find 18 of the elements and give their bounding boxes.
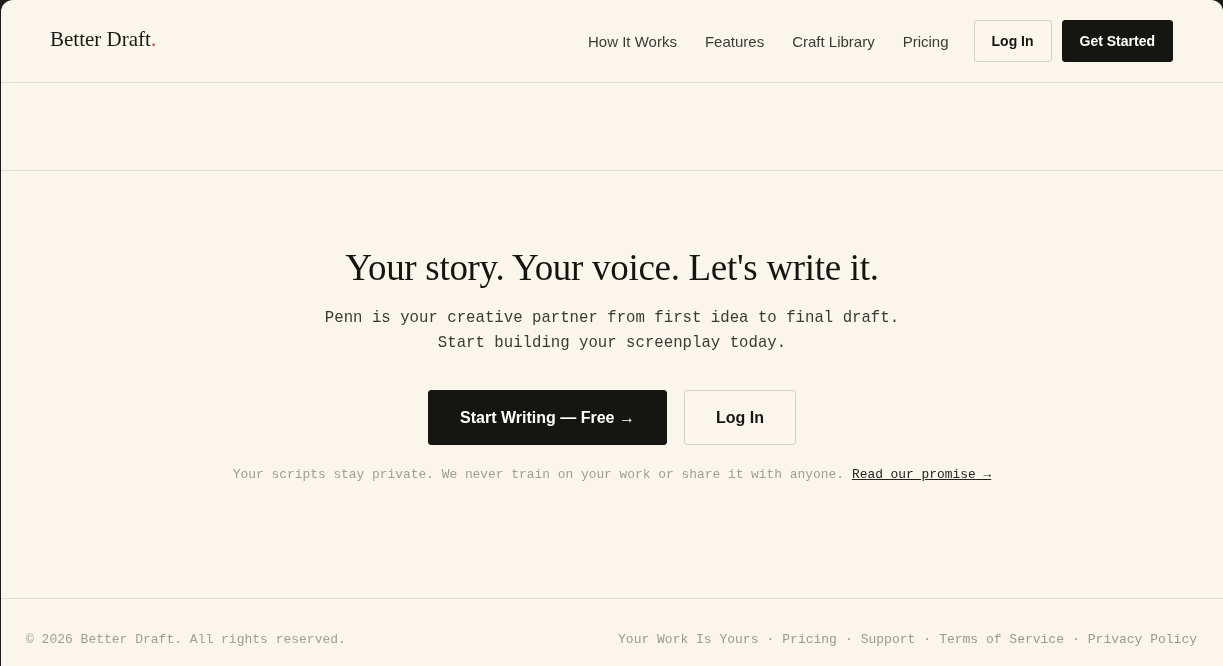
nav-link[interactable]: Pricing xyxy=(902,32,949,50)
promise-link[interactable]: Read our promise → xyxy=(851,465,992,485)
copyright-text: © 2026 Better Draft. All rights reserved. xyxy=(26,631,346,649)
link-separator: · xyxy=(923,631,932,649)
link-separator: · xyxy=(844,631,853,649)
hero-subtitle: Penn is your creative partner from first idea to final draft. Start building your screenplay today. xyxy=(323,308,901,354)
get-started-button[interactable]: Get Started xyxy=(1061,20,1173,62)
nav-link[interactable]: Craft Library xyxy=(792,32,875,50)
hero-headline: Your story. Your voice. Let's write it. xyxy=(345,246,879,290)
privacy-note: Your scripts stay private. We never train on your work or share it with anyone. xyxy=(232,466,844,484)
login-button[interactable]: Log In xyxy=(973,20,1052,62)
link-separator: · xyxy=(1071,631,1080,649)
login-button[interactable]: Log In xyxy=(683,390,796,445)
link-separator: · xyxy=(766,631,775,649)
logo[interactable]: Better Draft. xyxy=(50,26,157,52)
nav-link[interactable]: How It Works xyxy=(588,32,677,50)
nav-link[interactable]: Features xyxy=(704,32,765,50)
start-writing-button[interactable]: Start Writing — Free → xyxy=(428,390,667,445)
